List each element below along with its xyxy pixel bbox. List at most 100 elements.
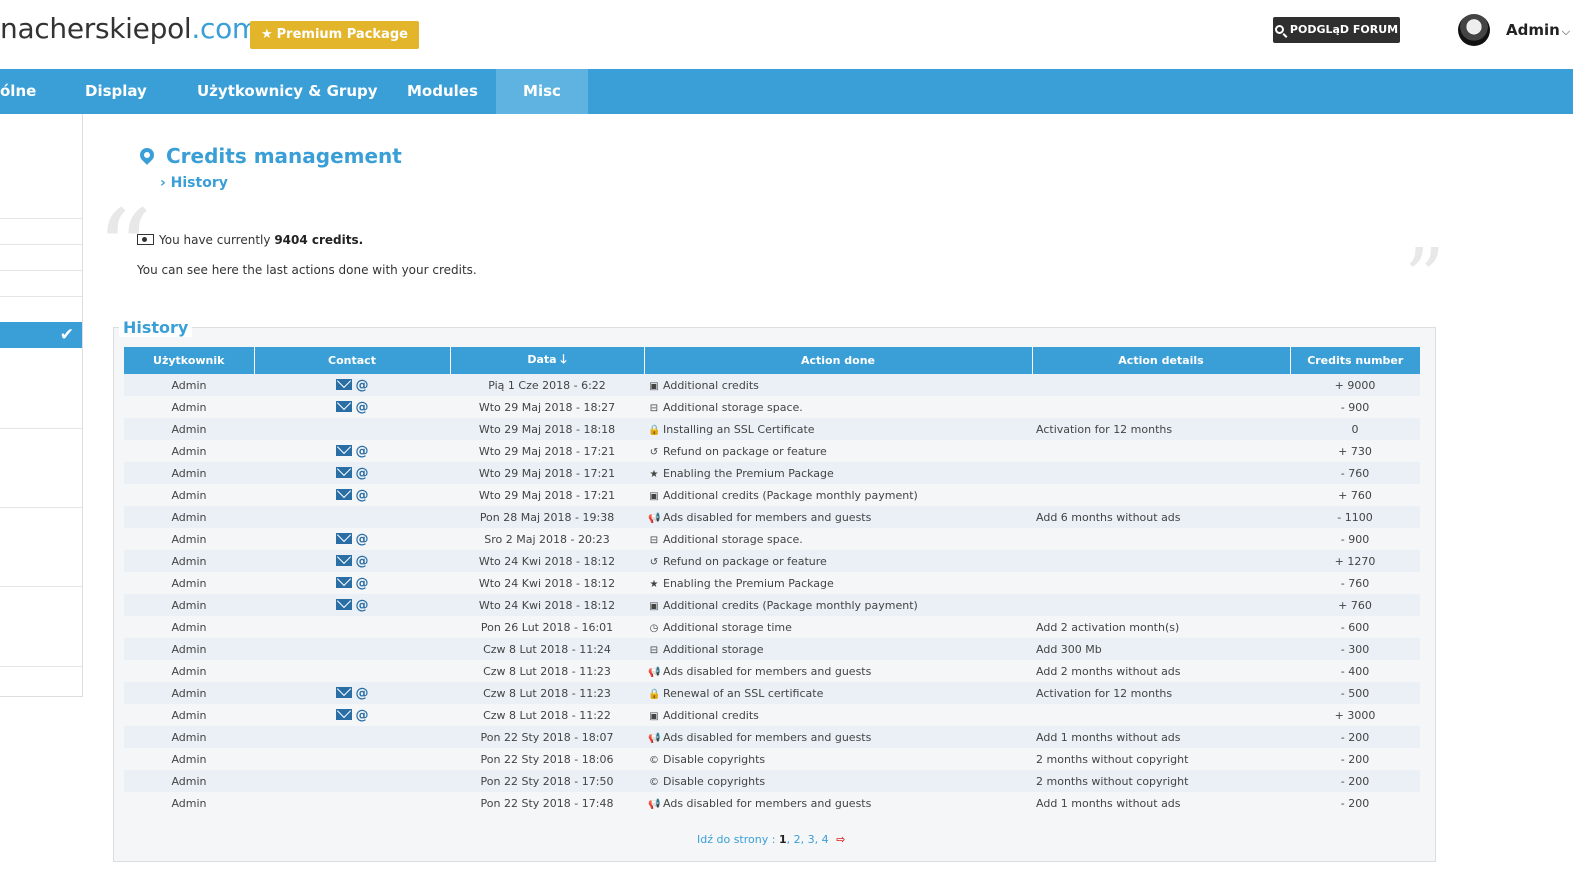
forum-preview-button[interactable]: PODGLąD FORUM [1273, 17, 1400, 43]
row-details [1032, 440, 1290, 462]
money-icon: ▣ [649, 490, 659, 502]
at-icon[interactable]: @ [356, 378, 369, 393]
sidebar-item-active[interactable]: ✔ [0, 322, 82, 348]
row-user[interactable]: Admin [124, 594, 254, 616]
at-icon[interactable]: @ [356, 444, 369, 459]
clock-icon: ◷ [649, 622, 659, 634]
mail-icon[interactable] [335, 444, 352, 456]
row-user[interactable]: Admin [124, 484, 254, 506]
row-date: Pią 1 Cze 2018 - 6:22 [450, 374, 644, 396]
at-icon[interactable]: @ [356, 488, 369, 503]
row-action-label: Ads disabled for members and guests [663, 510, 872, 524]
row-action: 🔒 Renewal of an SSL certificate [644, 682, 1032, 704]
mail-icon[interactable] [335, 488, 352, 500]
col-header-user[interactable]: Użytkownik [124, 347, 255, 374]
row-credits: + 760 [1290, 484, 1420, 506]
table-row: Admin Czw 8 Lut 2018 - 11:24 ⊟ Additional s… [124, 638, 1420, 660]
row-action: 📢 Ads disabled for members and guests [644, 792, 1032, 814]
row-credits: - 760 [1290, 462, 1420, 484]
row-user[interactable]: Admin [124, 792, 254, 814]
row-action-label: Ads disabled for members and guests [663, 664, 872, 678]
col-header-action[interactable]: Action done [644, 347, 1033, 374]
row-credits: - 500 [1290, 682, 1420, 704]
row-details: Add 2 months without ads [1032, 660, 1290, 682]
row-details: 2 months without copyright [1032, 770, 1290, 792]
row-action-label: Additional storage space. [663, 400, 803, 414]
user-menu[interactable]: Admin ⌵ [1506, 21, 1570, 39]
mail-icon[interactable] [335, 576, 352, 588]
row-user[interactable]: Admin [124, 462, 254, 484]
row-user[interactable]: Admin [124, 660, 254, 682]
row-user[interactable]: Admin [124, 550, 254, 572]
mail-icon[interactable] [335, 466, 352, 478]
row-user[interactable]: Admin [124, 704, 254, 726]
row-action: 📢 Ads disabled for members and guests [644, 506, 1032, 528]
mail-icon[interactable] [335, 532, 352, 544]
row-user[interactable]: Admin [124, 616, 254, 638]
row-user[interactable]: Admin [124, 396, 254, 418]
at-icon[interactable]: @ [356, 598, 369, 613]
at-icon[interactable]: @ [356, 576, 369, 591]
at-icon[interactable]: @ [356, 686, 369, 701]
page-link-2[interactable]: 2 [794, 833, 801, 846]
row-action: ◷ Additional storage time [644, 616, 1032, 638]
row-user[interactable]: Admin [124, 418, 254, 440]
row-user[interactable]: Admin [124, 726, 254, 748]
col-header-credits[interactable]: Credits number [1290, 347, 1420, 374]
sidebar: ✔ [0, 114, 83, 697]
next-page-icon[interactable]: ⇨ [836, 833, 845, 846]
row-action: 📢 Ads disabled for members and guests [644, 726, 1032, 748]
row-user[interactable]: Admin [124, 748, 254, 770]
at-icon[interactable]: @ [356, 466, 369, 481]
mail-icon[interactable] [335, 708, 352, 720]
row-date: Wto 24 Kwi 2018 - 18:12 [450, 572, 644, 594]
premium-package-badge[interactable]: ★ Premium Package [250, 21, 419, 49]
row-user[interactable]: Admin [124, 682, 254, 704]
at-icon[interactable]: @ [356, 400, 369, 415]
at-icon[interactable]: @ [356, 554, 369, 569]
at-icon[interactable]: @ [356, 708, 369, 723]
table-row: Admin @ Wto 29 Maj 2018 - 17:21 ▣ Additional… [124, 484, 1420, 506]
row-details [1032, 396, 1290, 418]
col-header-date[interactable]: Data 🡓 [450, 347, 645, 374]
breadcrumb[interactable]: › History [160, 175, 228, 191]
table-row: Admin @ Sro 2 Maj 2018 - 20:23 ⊟ Additional … [124, 528, 1420, 550]
row-credits: - 760 [1290, 572, 1420, 594]
site-title[interactable]: nacherskiepol.com [0, 12, 259, 45]
sidebar-divider [0, 218, 82, 219]
col-header-details[interactable]: Action details [1032, 347, 1291, 374]
mail-icon[interactable] [335, 554, 352, 566]
row-user[interactable]: Admin [124, 572, 254, 594]
row-contact [254, 726, 450, 748]
nav-tab-modules[interactable]: Modules [407, 69, 478, 114]
row-user[interactable]: Admin [124, 440, 254, 462]
nav-tab-general[interactable]: ólne [0, 69, 60, 114]
row-user[interactable]: Admin [124, 770, 254, 792]
mail-icon[interactable] [335, 686, 352, 698]
map-pin-icon [137, 145, 157, 165]
star-icon: ★ [261, 27, 273, 42]
row-contact: @ [254, 528, 450, 550]
row-user[interactable]: Admin [124, 506, 254, 528]
mail-icon[interactable] [335, 400, 352, 412]
mail-icon[interactable] [335, 378, 352, 390]
page-link-4[interactable]: 4 [822, 833, 829, 846]
nav-tab-display[interactable]: Display [85, 69, 147, 114]
row-user[interactable]: Admin [124, 528, 254, 550]
page-link-3[interactable]: 3 [808, 833, 815, 846]
quote-open-icon: “ [96, 186, 153, 314]
row-action-label: Enabling the Premium Package [663, 576, 834, 590]
row-action-label: Enabling the Premium Package [663, 466, 834, 480]
row-details [1032, 462, 1290, 484]
nav-tab-users-groups[interactable]: Użytkownicy & Grupy [197, 69, 378, 114]
page-link-1[interactable]: 1 [779, 833, 787, 846]
col-header-contact[interactable]: Contact [254, 347, 451, 374]
avatar[interactable] [1458, 14, 1490, 46]
mail-icon[interactable] [335, 598, 352, 610]
row-user[interactable]: Admin [124, 638, 254, 660]
row-date: Wto 29 Maj 2018 - 17:21 [450, 484, 644, 506]
row-user[interactable]: Admin [124, 374, 254, 396]
nav-tab-misc[interactable]: Misc [496, 69, 588, 114]
at-icon[interactable]: @ [356, 532, 369, 547]
row-credits: - 400 [1290, 660, 1420, 682]
